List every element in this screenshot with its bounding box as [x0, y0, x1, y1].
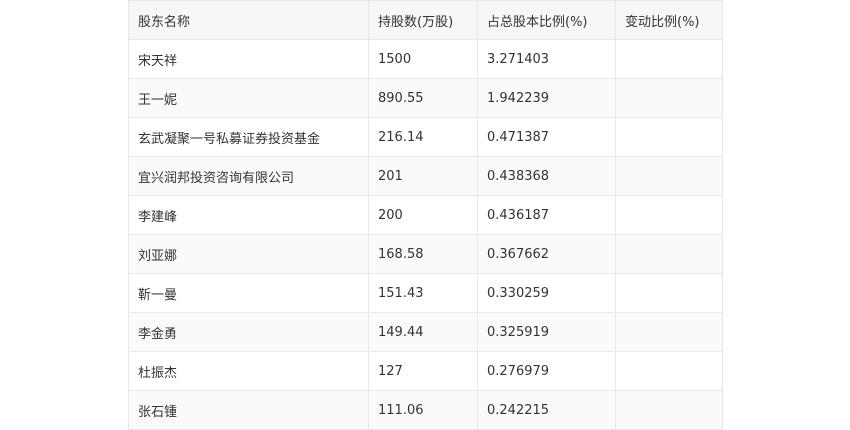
cell-change-ratio: [615, 117, 723, 157]
cell-change-ratio: [615, 195, 723, 235]
shareholder-table: 股东名称 持股数(万股) 占总股本比例(%) 变动比例(%) 宋天祥 1500 3.…: [128, 0, 723, 430]
table-row: 李金勇 149.44 0.325919: [128, 312, 723, 352]
cell-shares-held: 201: [368, 156, 478, 196]
cell-share-ratio: 0.436187: [477, 195, 616, 235]
header-shares-held: 持股数(万股): [368, 0, 478, 40]
table-row: 杜振杰 127 0.276979: [128, 351, 723, 391]
cell-shares-held: 151.43: [368, 273, 478, 313]
cell-share-ratio: 0.276979: [477, 351, 616, 391]
cell-shares-held: 890.55: [368, 78, 478, 118]
header-shareholder-name: 股东名称: [128, 0, 369, 40]
cell-shareholder-name: 张石锺: [128, 390, 369, 430]
cell-shareholder-name: 靳一曼: [128, 273, 369, 313]
table-row: 宋天祥 1500 3.271403: [128, 39, 723, 79]
header-share-ratio: 占总股本比例(%): [477, 0, 616, 40]
table-row: 张石锺 111.06 0.242215: [128, 390, 723, 430]
cell-shares-held: 168.58: [368, 234, 478, 274]
cell-shares-held: 149.44: [368, 312, 478, 352]
cell-change-ratio: [615, 390, 723, 430]
cell-share-ratio: 3.271403: [477, 39, 616, 79]
cell-shares-held: 200: [368, 195, 478, 235]
header-row: 股东名称 持股数(万股) 占总股本比例(%) 变动比例(%): [128, 0, 723, 40]
cell-shareholder-name: 宋天祥: [128, 39, 369, 79]
table-row: 王一妮 890.55 1.942239: [128, 78, 723, 118]
cell-shareholder-name: 宜兴润邦投资咨询有限公司: [128, 156, 369, 196]
cell-change-ratio: [615, 39, 723, 79]
cell-share-ratio: 0.438368: [477, 156, 616, 196]
cell-change-ratio: [615, 351, 723, 391]
cell-change-ratio: [615, 312, 723, 352]
cell-share-ratio: 0.242215: [477, 390, 616, 430]
table-row: 宜兴润邦投资咨询有限公司 201 0.438368: [128, 156, 723, 196]
cell-share-ratio: 0.471387: [477, 117, 616, 157]
cell-shareholder-name: 李建峰: [128, 195, 369, 235]
shareholder-table-container: 股东名称 持股数(万股) 占总股本比例(%) 变动比例(%) 宋天祥 1500 3.…: [128, 0, 723, 430]
cell-shares-held: 216.14: [368, 117, 478, 157]
table-header: 股东名称 持股数(万股) 占总股本比例(%) 变动比例(%): [128, 0, 723, 40]
table-body: 宋天祥 1500 3.271403 王一妮 890.55 1.942239 玄武凝聚一号私募…: [128, 39, 723, 430]
cell-shares-held: 1500: [368, 39, 478, 79]
cell-shareholder-name: 刘亚娜: [128, 234, 369, 274]
cell-shares-held: 127: [368, 351, 478, 391]
table-row: 玄武凝聚一号私募证券投资基金 216.14 0.471387: [128, 117, 723, 157]
cell-share-ratio: 0.325919: [477, 312, 616, 352]
header-change-ratio: 变动比例(%): [615, 0, 723, 40]
cell-shareholder-name: 王一妮: [128, 78, 369, 118]
cell-shareholder-name: 玄武凝聚一号私募证券投资基金: [128, 117, 369, 157]
cell-change-ratio: [615, 78, 723, 118]
table-row: 李建峰 200 0.436187: [128, 195, 723, 235]
cell-change-ratio: [615, 156, 723, 196]
cell-change-ratio: [615, 234, 723, 274]
table-row: 刘亚娜 168.58 0.367662: [128, 234, 723, 274]
cell-share-ratio: 0.367662: [477, 234, 616, 274]
cell-share-ratio: 0.330259: [477, 273, 616, 313]
table-row: 靳一曼 151.43 0.330259: [128, 273, 723, 313]
cell-share-ratio: 1.942239: [477, 78, 616, 118]
cell-change-ratio: [615, 273, 723, 313]
cell-shareholder-name: 杜振杰: [128, 351, 369, 391]
cell-shares-held: 111.06: [368, 390, 478, 430]
cell-shareholder-name: 李金勇: [128, 312, 369, 352]
